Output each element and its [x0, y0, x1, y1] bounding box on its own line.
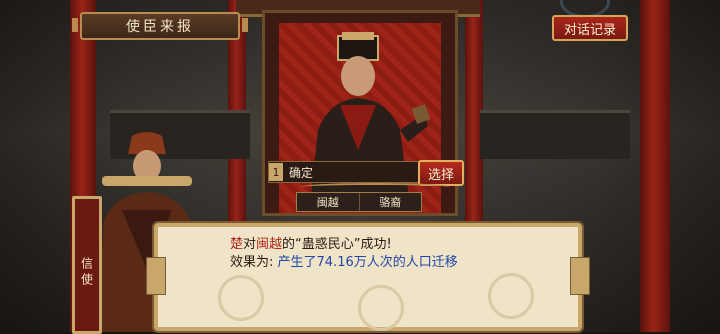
cloud-swirl-decoration [218, 275, 264, 321]
dialog-line-1: 楚对闽越的“蛊惑民心”成功! [230, 233, 392, 252]
actor-state: 楚 [230, 237, 244, 252]
choice-number: 1 [269, 163, 283, 181]
hall-bench [480, 110, 630, 159]
dialog-frame-ornament [146, 257, 166, 295]
target-state: 闽越 [256, 237, 283, 252]
choice-option[interactable]: 1 确定 [268, 161, 420, 183]
decorative-ornament [300, 183, 450, 191]
select-button[interactable]: 选择 [418, 160, 464, 186]
dialog-frame-ornament [570, 257, 590, 295]
dialog-box[interactable]: 楚对闽越的“蛊惑民心”成功! 效果为: 产生了74.16万人次的人口迁移 [146, 221, 590, 333]
cloud-swirl-decoration [488, 273, 534, 319]
dialog-text: 的“蛊惑民心”成功! [282, 237, 392, 252]
dialog-history-button[interactable]: 对话记录 [552, 15, 628, 41]
red-pillar [640, 0, 670, 332]
name-tab-minyue: 闽越 [316, 196, 339, 209]
choice-label: 确定 [289, 165, 314, 180]
event-title-banner: 使臣来报 [72, 12, 248, 40]
cloud-swirl-decoration [358, 285, 404, 331]
speaker-nameplate: 信使 [72, 196, 102, 334]
name-tabs: 闽越 骆裔 [296, 192, 422, 212]
select-button-label: 选择 [427, 167, 454, 183]
event-title: 使臣来报 [126, 19, 194, 35]
effect-prefix: 效果为: [230, 255, 274, 270]
dialog-history-label: 对话记录 [563, 22, 616, 38]
dialog-line-2: 效果为: 产生了74.16万人次的人口迁移 [230, 251, 458, 270]
name-tab-luoyi: 骆裔 [358, 193, 422, 211]
speaker-name: 信使 [79, 257, 94, 289]
effect-text: 产生了74.16万人次的人口迁移 [277, 255, 458, 270]
dialog-text: 对 [243, 237, 257, 252]
